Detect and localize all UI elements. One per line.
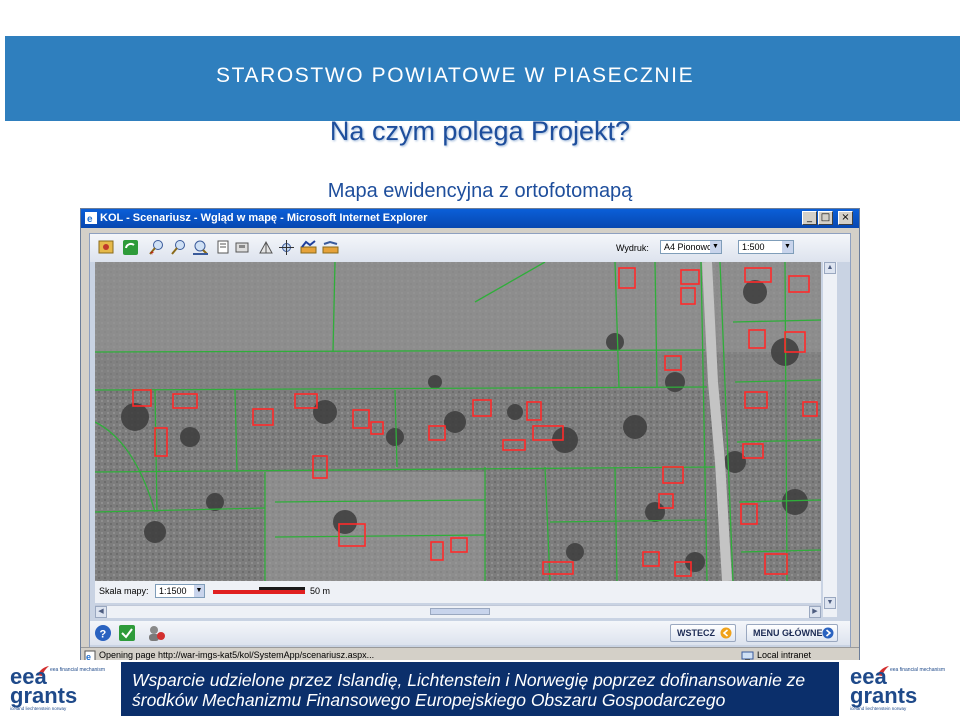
maximize-button[interactable]: □	[818, 211, 833, 225]
layers-icon[interactable]	[300, 239, 317, 256]
help-icon[interactable]: ?	[94, 624, 112, 642]
print-format-value: A4 Pionowo	[664, 242, 713, 252]
status-text: Opening page http://war-imgs-kat5/kol/Sy…	[99, 650, 375, 660]
orthophoto-map[interactable]	[95, 262, 821, 581]
bottom-toolbar: ? WSTECZ MENU GŁÓWNE	[90, 621, 850, 645]
map-scale-label: Skala mapy:	[99, 586, 149, 596]
scale-distance: 50 m	[310, 586, 331, 596]
zoom-out-icon[interactable]	[170, 239, 187, 256]
close-button[interactable]: ×	[838, 211, 853, 225]
svg-text:e: e	[87, 214, 93, 224]
map-scale-value: 1:1500	[159, 586, 187, 596]
zoom-in-icon[interactable]: +	[148, 239, 165, 256]
svg-text:+: +	[150, 250, 154, 256]
security-zone: Local intranet	[757, 650, 812, 660]
map-scale-select[interactable]: 1:1500 ▼	[155, 584, 205, 598]
window-titlebar[interactable]: e KOL - Scenariusz - Wgląd w mapę - Micr…	[81, 209, 859, 228]
window-title: KOL - Scenariusz - Wgląd w mapę - Micros…	[100, 212, 428, 224]
scroll-right-icon[interactable]: ▶	[809, 606, 821, 618]
eea-grants-logo-right: eea eea financial mechanism grants icela…	[840, 662, 960, 716]
back-arrow-icon	[720, 627, 732, 639]
map-toolbar: + Wydruk: A4 Pionowo ▼ 1:500 ▼	[90, 234, 850, 262]
minimize-button[interactable]: _	[802, 211, 817, 225]
print-icon[interactable]	[216, 239, 233, 256]
print-format-select[interactable]: A4 Pionowo ▼	[660, 240, 722, 254]
user-icon[interactable]	[146, 624, 166, 642]
print-scale-select[interactable]: 1:500 ▼	[738, 240, 794, 254]
horizontal-scroll-thumb[interactable]	[430, 608, 490, 615]
main-menu-button[interactable]: MENU GŁÓWNE	[746, 624, 838, 642]
footer-line-2: środków Mechanizmu Finansowego Europejsk…	[132, 690, 726, 710]
refresh-icon[interactable]	[98, 239, 115, 256]
legend-icon[interactable]	[322, 239, 339, 256]
pan-icon[interactable]	[278, 239, 295, 256]
wydruk-label: Wydruk:	[616, 243, 649, 253]
recycle-icon[interactable]	[122, 239, 139, 256]
chevron-down-icon: ▼	[194, 585, 204, 597]
footer-line-1: Wsparcie udzielone przez Islandię, Licht…	[132, 670, 806, 690]
slide-top-margin	[0, 0, 960, 36]
chevron-down-icon: ▼	[782, 241, 793, 253]
browser-window: e KOL - Scenariusz - Wgląd w mapę - Micr…	[80, 208, 860, 664]
info-icon[interactable]	[258, 239, 275, 256]
scale-bar-area: Skala mapy: 1:1500 ▼ 50 m	[95, 581, 821, 603]
print-scale-value: 1:500	[742, 242, 765, 252]
horizontal-scrollbar[interactable]: ◀ ▶	[95, 605, 821, 618]
back-button[interactable]: WSTECZ	[670, 624, 736, 642]
org-title: STAROSTWO POWIATOWE W PIASECZNIE	[216, 64, 695, 87]
vertical-scrollbar[interactable]: ▲ ▼	[823, 262, 837, 617]
zoom-extent-icon[interactable]	[192, 239, 209, 256]
slide-subtitle: Mapa ewidencyjna z ortofotomapą	[327, 180, 633, 202]
check-icon[interactable]	[118, 624, 136, 642]
scroll-up-icon[interactable]: ▲	[824, 262, 836, 274]
map-canvas	[95, 262, 821, 581]
app-frame: + Wydruk: A4 Pionowo ▼ 1:500 ▼ Skala map…	[89, 233, 851, 657]
scroll-left-icon[interactable]: ◀	[95, 606, 107, 618]
ie-logo-icon: e	[85, 212, 97, 224]
scale-bar-graphic	[213, 587, 305, 594]
eea-grants-logo-left: eea eea financial mechanism grants icela…	[0, 662, 118, 716]
scroll-down-icon[interactable]: ▼	[824, 597, 836, 609]
measure-icon[interactable]	[234, 239, 251, 256]
home-arrow-icon	[822, 627, 834, 639]
slide-title: Na czym polega Projekt?	[329, 116, 631, 146]
svg-text:?: ?	[100, 629, 107, 641]
chevron-down-icon: ▼	[710, 241, 721, 253]
